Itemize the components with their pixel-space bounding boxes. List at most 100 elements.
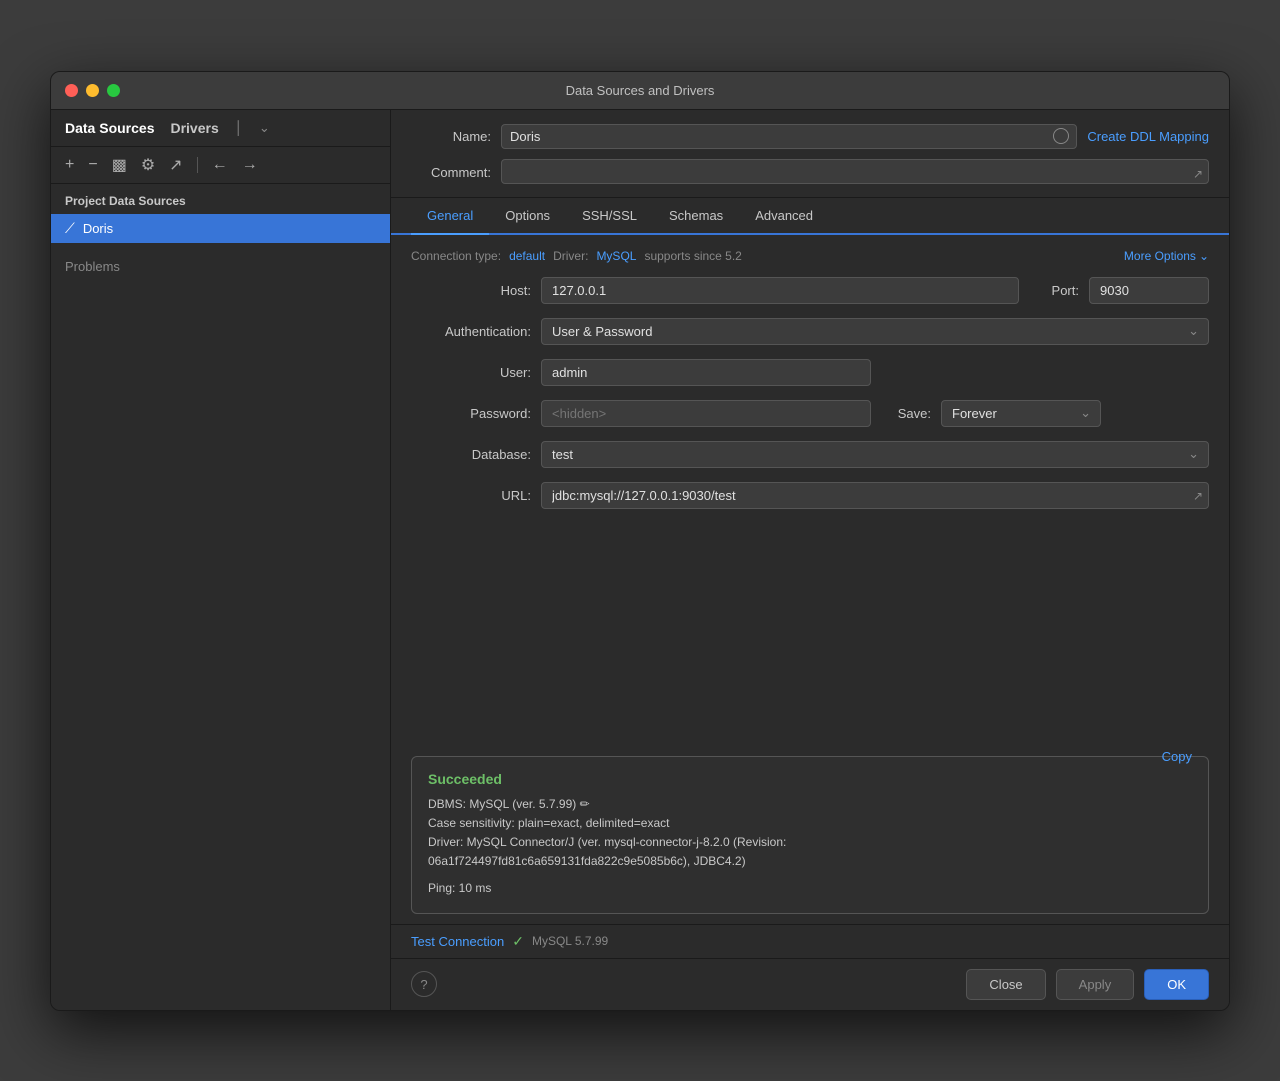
close-button[interactable]: Close <box>966 969 1045 1000</box>
success-line5 <box>428 871 1192 879</box>
success-text: DBMS: MySQL (ver. 5.7.99) ✏ Case sensiti… <box>428 795 1192 899</box>
url-expand-icon[interactable]: ↗ <box>1193 489 1203 503</box>
maximize-window-button[interactable] <box>107 84 120 97</box>
add-datasource-button[interactable]: + <box>61 154 78 176</box>
copy-button[interactable]: Copy <box>1162 749 1192 764</box>
toolbar-separator <box>197 157 198 173</box>
tab-general[interactable]: General <box>411 198 489 233</box>
user-input[interactable] <box>541 359 871 386</box>
sidebar: Data Sources Drivers │ ⌄ + − ▩ ⚙ ↗ ← → P… <box>51 110 391 1010</box>
success-line6: Ping: 10 ms <box>428 879 1192 898</box>
url-input[interactable] <box>541 482 1209 509</box>
database-label: Database: <box>411 447 531 462</box>
tab-bar: General Options SSH/SSL Schemas Advanced <box>391 198 1229 235</box>
copy-datasource-button[interactable]: ▩ <box>108 153 131 177</box>
port-input[interactable] <box>1089 277 1209 304</box>
main-window: Data Sources and Drivers Data Sources Dr… <box>50 71 1230 1011</box>
driver-value[interactable]: MySQL <box>596 249 636 263</box>
bottom-bar: ? Close Apply OK <box>391 958 1229 1010</box>
user-row: User: <box>411 359 1209 386</box>
auth-row: Authentication: User & Password ⌄ <box>411 318 1209 345</box>
driver-supports: supports since 5.2 <box>644 249 741 263</box>
close-window-button[interactable] <box>65 84 78 97</box>
sidebar-item-doris-label: Doris <box>83 221 113 236</box>
tab-drivers[interactable]: Drivers <box>170 120 218 136</box>
host-input[interactable] <box>541 277 1019 304</box>
sidebar-item-doris[interactable]: ⟋ Doris <box>51 214 390 243</box>
database-row: Database: test ⌄ <box>411 441 1209 468</box>
name-input[interactable] <box>501 124 1077 149</box>
minimize-window-button[interactable] <box>86 84 99 97</box>
database-select-wrapper: test ⌄ <box>541 441 1209 468</box>
help-button[interactable]: ? <box>411 971 437 997</box>
problems-label: Problems <box>65 259 120 274</box>
export-button[interactable]: ↗ <box>165 153 186 177</box>
url-row: URL: ↗ <box>411 482 1209 509</box>
conn-info-row: Connection type: default Driver: MySQL s… <box>411 249 1209 263</box>
test-connection-link[interactable]: Test Connection <box>411 934 504 949</box>
test-connection-check-icon: ✓ <box>512 933 524 950</box>
comment-label: Comment: <box>411 165 491 180</box>
test-connection-version: MySQL 5.7.99 <box>532 934 608 948</box>
conn-type-value[interactable]: default <box>509 249 545 263</box>
name-label: Name: <box>411 129 491 144</box>
password-input[interactable] <box>541 400 871 427</box>
save-label: Save: <box>881 406 931 421</box>
success-line2: Case sensitivity: plain=exact, delimited… <box>428 814 1192 833</box>
apply-button[interactable]: Apply <box>1056 969 1135 1000</box>
host-label: Host: <box>411 283 531 298</box>
remove-datasource-button[interactable]: − <box>84 154 101 176</box>
title-bar: Data Sources and Drivers <box>51 72 1229 110</box>
tab-schemas[interactable]: Schemas <box>653 198 739 233</box>
database-select[interactable]: test <box>541 441 1209 468</box>
more-options-link[interactable]: More Options ⌄ <box>1124 249 1209 263</box>
tab-ssh-ssl[interactable]: SSH/SSL <box>566 198 653 233</box>
more-options-label: More Options <box>1124 249 1196 263</box>
forward-button[interactable]: → <box>238 154 262 176</box>
settings-button[interactable]: ⚙ <box>137 153 159 177</box>
port-label: Port: <box>1029 283 1079 298</box>
password-label: Password: <box>411 406 531 421</box>
project-data-sources-title: Project Data Sources <box>51 184 390 214</box>
sidebar-toolbar: + − ▩ ⚙ ↗ ← → <box>51 147 390 184</box>
save-select[interactable]: Forever <box>941 400 1101 427</box>
back-button[interactable]: ← <box>208 154 232 176</box>
create-ddl-link[interactable]: Create DDL Mapping <box>1087 129 1209 144</box>
comment-input-wrapper: ↗ <box>501 159 1209 187</box>
comment-input[interactable] <box>501 159 1209 184</box>
auth-select[interactable]: User & Password <box>541 318 1209 345</box>
auth-select-wrapper: User & Password ⌄ <box>541 318 1209 345</box>
auth-label: Authentication: <box>411 324 531 339</box>
url-label: URL: <box>411 488 531 503</box>
user-label: User: <box>411 365 531 380</box>
success-box: Copy Succeeded DBMS: MySQL (ver. 5.7.99)… <box>411 756 1209 914</box>
form-header: Name: Create DDL Mapping Comment: ↗ <box>391 110 1229 198</box>
success-line3: Driver: MySQL Connector/J (ver. mysql-co… <box>428 833 1192 852</box>
database-icon: ⟋ <box>65 220 75 237</box>
right-panel: Name: Create DDL Mapping Comment: ↗ <box>391 110 1229 1010</box>
save-select-wrapper: Forever ⌄ <box>941 400 1101 427</box>
divider-icon: │ <box>235 120 243 135</box>
more-options-chevron-icon: ⌄ <box>1199 249 1209 263</box>
connection-form: Connection type: default Driver: MySQL s… <box>391 235 1229 756</box>
tab-data-sources[interactable]: Data Sources <box>65 120 154 136</box>
password-row: Password: Save: Forever ⌄ <box>411 400 1209 427</box>
success-line1: DBMS: MySQL (ver. 5.7.99) ✏ <box>428 795 1192 814</box>
problems-section: Problems <box>51 243 390 290</box>
tab-options[interactable]: Options <box>489 198 566 233</box>
host-port-row: Host: Port: <box>411 277 1209 304</box>
success-line4: 06a1f724497fd81c6a659131fda822c9e5085b6c… <box>428 852 1192 871</box>
expand-icon[interactable]: ↗ <box>1193 167 1203 181</box>
ok-button[interactable]: OK <box>1144 969 1209 1000</box>
tab-advanced[interactable]: Advanced <box>739 198 829 233</box>
test-connection-bar: Test Connection ✓ MySQL 5.7.99 <box>391 924 1229 958</box>
comment-row: Comment: ↗ <box>411 159 1209 187</box>
driver-label: Driver: <box>553 249 588 263</box>
success-title: Succeeded <box>428 771 1192 787</box>
window-title: Data Sources and Drivers <box>566 83 715 98</box>
conn-type-label: Connection type: <box>411 249 501 263</box>
main-layout: Data Sources Drivers │ ⌄ + − ▩ ⚙ ↗ ← → P… <box>51 110 1229 1010</box>
window-controls <box>65 84 120 97</box>
sidebar-tab-bar: Data Sources Drivers │ ⌄ <box>51 110 390 147</box>
sidebar-chevron-icon[interactable]: ⌄ <box>259 120 270 136</box>
